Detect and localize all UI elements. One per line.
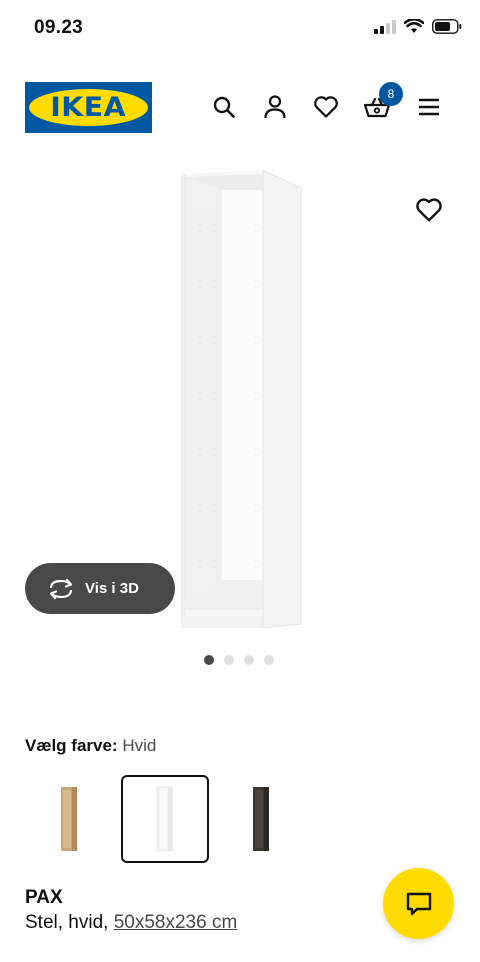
status-time: 09.23 <box>34 17 84 38</box>
wardrobe-thumbnail <box>253 787 269 851</box>
color-swatch-oak[interactable] <box>25 775 113 863</box>
search-button[interactable] <box>210 93 238 121</box>
save-favourite-button[interactable] <box>415 197 443 225</box>
gallery-dot[interactable] <box>264 655 274 665</box>
favourites-button[interactable] <box>312 93 340 121</box>
wardrobe-thumbnail <box>156 786 173 852</box>
gallery-dot[interactable] <box>204 655 214 665</box>
site-header: IKEA <box>0 82 480 134</box>
signal-icon <box>374 19 396 34</box>
heart-icon <box>416 198 442 222</box>
wifi-icon <box>404 19 424 33</box>
color-swatch-black-brown[interactable] <box>217 775 305 863</box>
color-selector-label: Vælg farve: Hvid <box>25 736 156 756</box>
selected-color-value: Hvid <box>122 736 157 755</box>
rotate-3d-icon <box>49 578 73 599</box>
color-swatch-white[interactable] <box>121 775 209 863</box>
search-icon <box>213 96 235 118</box>
gallery-dot[interactable] <box>224 655 234 665</box>
battery-icon <box>432 19 462 34</box>
cart-count-badge: 8 <box>379 82 403 106</box>
heart-icon <box>314 96 338 118</box>
status-bar: 09.23 <box>0 0 480 56</box>
product-name: PAX <box>25 887 63 908</box>
chat-icon <box>406 892 431 915</box>
color-prompt: Vælg farve: <box>25 736 118 755</box>
logo-oval: IKEA <box>29 89 148 126</box>
wardrobe-thumbnail <box>61 787 77 851</box>
chat-button[interactable] <box>383 868 454 939</box>
status-icons <box>374 19 462 34</box>
product-description: Stel, hvid, 50x58x236 cm <box>25 912 237 934</box>
ikea-logo[interactable]: IKEA <box>25 82 152 133</box>
gallery-dot[interactable] <box>244 655 254 665</box>
account-button[interactable] <box>261 93 289 121</box>
menu-button[interactable] <box>415 93 443 121</box>
menu-icon <box>419 98 439 116</box>
product-type-text: Stel, hvid, <box>25 912 114 933</box>
logo-text: IKEA <box>50 92 127 123</box>
view-in-3d-label: Vis i 3D <box>85 580 139 597</box>
gallery-pagination <box>204 655 274 665</box>
product-dimensions-link[interactable]: 50x58x236 cm <box>114 912 238 933</box>
user-icon <box>264 95 286 119</box>
view-in-3d-button[interactable]: Vis i 3D <box>25 563 175 614</box>
